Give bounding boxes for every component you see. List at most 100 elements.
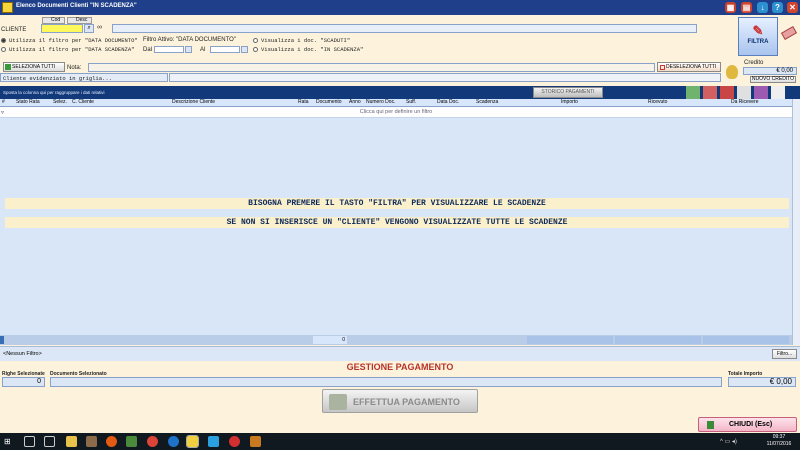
al-calendar-icon[interactable] <box>241 46 248 53</box>
app-icon-5[interactable] <box>229 436 240 447</box>
col-ricevuto[interactable]: Ricevuto <box>648 99 667 105</box>
help-icon[interactable]: ? <box>772 2 783 13</box>
chiudi-button[interactable]: CHIUDI (Esc) <box>698 417 797 432</box>
edit-icon[interactable] <box>703 86 717 99</box>
effettua-pagamento-button[interactable]: EFFETTUA PAGAMENTO <box>322 389 478 413</box>
summary-ricevuto <box>615 336 701 344</box>
grid-column-headers: # Stato Rata Selez. C. Cliente Descrizio… <box>0 99 792 107</box>
task-view-icon[interactable] <box>44 436 55 447</box>
deseleziona-tutti-label: DESELEZIONA TUTTI <box>666 64 717 70</box>
effettua-pagamento-label: EFFETTUA PAGAMENTO <box>353 397 460 407</box>
cliente-evidenziato-detail <box>169 73 721 82</box>
refresh-icon[interactable] <box>771 86 785 99</box>
tab-cod[interactable]: Cod <box>42 17 65 24</box>
no-filter-label[interactable]: <Nessun Filtro> <box>3 351 42 357</box>
check-icon <box>5 64 11 70</box>
filter-broom-icon: ✎ <box>752 23 764 38</box>
col-c-cliente[interactable]: C. Cliente <box>72 99 94 105</box>
print-icon[interactable]: ▤ <box>741 2 752 13</box>
chrome-icon[interactable] <box>147 436 158 447</box>
filter-panel: Cod Desc CLIENTE ⌕ ∞ Utilizza il filtro … <box>0 15 800 59</box>
col-anno[interactable]: Anno <box>349 99 361 105</box>
app-icon-3[interactable] <box>126 436 137 447</box>
radio-data-scadenza[interactable] <box>1 47 6 52</box>
filtro-button[interactable]: Filtro... <box>772 349 797 359</box>
download-icon[interactable]: ↓ <box>757 2 768 13</box>
grid-vertical-scrollbar[interactable] <box>792 99 800 345</box>
toolbar-row: SELEZIONA TUTTI Nota: Cliente evidenziat… <box>0 60 800 86</box>
filter-row-hint: Clicca qui per definire un filtro <box>359 109 433 115</box>
dal-calendar-icon[interactable] <box>185 46 192 53</box>
nuovo-credito-button[interactable]: NUOVO CREDITO <box>750 76 796 83</box>
credito-label: Credito <box>744 60 764 66</box>
clock-date: 11/07/2016 <box>766 441 792 447</box>
dal-date-input[interactable] <box>154 46 184 53</box>
file-explorer-icon[interactable] <box>66 436 77 447</box>
col-descrizione-cliente[interactable]: Descrizione Cliente <box>172 99 215 105</box>
message-cliente: SE NON SI INSERISCE UN "CLIENTE" VENGONO… <box>5 217 789 228</box>
active-app-icon[interactable] <box>186 435 199 448</box>
search-binoculars-icon[interactable]: ∞ <box>97 24 107 33</box>
clock-time: 09:37 <box>772 434 786 440</box>
filtra-button[interactable]: ✎ FILTRA <box>738 17 778 56</box>
righe-selezionate-value: 0 <box>2 377 45 387</box>
firefox-icon[interactable] <box>106 436 117 447</box>
grid-group-bar: Sposta la colonna qui per raggruppare i … <box>0 86 800 99</box>
windows-start-icon[interactable]: ⊞ <box>4 436 15 447</box>
grid-filter-row[interactable]: ▿ Clicca qui per definire un filtro <box>0 107 792 118</box>
col-scadenza[interactable]: Scadenza <box>476 99 498 105</box>
totale-importo-value: € 0,00 <box>728 377 796 387</box>
col-stato-rata[interactable]: Stato Rata <box>16 99 40 105</box>
col-da-ricevere[interactable]: Da Ricevere <box>731 99 759 105</box>
money-bag-icon <box>726 65 738 79</box>
calendar-icon[interactable]: ▦ <box>725 2 736 13</box>
tray-icons[interactable]: ^ ▭ ◂) <box>720 438 737 445</box>
exit-door-icon <box>707 421 714 429</box>
cliente-code-input[interactable] <box>41 24 83 33</box>
filtra-label: FILTRA <box>747 39 769 45</box>
internet-explorer-icon[interactable] <box>168 436 179 447</box>
col-importo[interactable]: Importo <box>561 99 578 105</box>
payment-panel: GESTIONE PAGAMENTO Righe Selezionate 0 D… <box>0 361 800 433</box>
app-icon-6[interactable] <box>250 436 261 447</box>
storico-pagamenti-button[interactable]: STORICO PAGAMENTI <box>533 87 603 98</box>
dal-label: Dal <box>143 47 153 53</box>
col-numero-doc[interactable]: Numero Doc. <box>366 99 395 105</box>
opt-in-scadenza-label: Visualizza i doc. "IN SCADENZA" <box>261 46 364 53</box>
radio-in-scadenza[interactable] <box>253 47 258 52</box>
cliente-label: CLIENTE <box>1 27 27 33</box>
documento-selezionato-field <box>50 377 722 387</box>
al-date-input[interactable] <box>210 46 240 53</box>
search-icon[interactable] <box>24 436 35 447</box>
radio-data-documento[interactable] <box>1 38 6 43</box>
col-documento[interactable]: Documento <box>316 99 342 105</box>
close-icon[interactable]: ✕ <box>787 2 798 13</box>
summary-indicator <box>0 336 4 344</box>
pdf-icon[interactable] <box>720 86 734 99</box>
col-rata[interactable]: Rata <box>298 99 309 105</box>
col-suff[interactable]: Suff. <box>406 99 416 105</box>
radio-scaduti[interactable] <box>253 38 258 43</box>
summary-importo <box>527 336 613 344</box>
uncheck-icon <box>660 65 665 70</box>
app-icon-2[interactable] <box>86 436 97 447</box>
nota-field[interactable] <box>88 63 655 72</box>
tab-desc[interactable]: Desc <box>67 17 92 24</box>
binoculars-icon[interactable]: ⌕ <box>84 24 94 33</box>
os-taskbar: ⊞ ^ ▭ ◂) 09:37 11/07/2016 <box>0 433 800 450</box>
col-selez[interactable]: Selez. <box>53 99 67 105</box>
app-icon <box>2 2 13 13</box>
print-grid-icon[interactable] <box>737 86 751 99</box>
deseleziona-tutti-button[interactable]: DESELEZIONA TUTTI <box>657 62 721 72</box>
cliente-evidenziato-text: Cliente evidenziato in griglia... <box>3 75 112 82</box>
group-hint: Sposta la colonna qui per raggruppare i … <box>3 90 105 95</box>
eraser-icon[interactable] <box>780 26 798 40</box>
seleziona-tutti-button[interactable]: SELEZIONA TUTTI <box>3 62 65 72</box>
export-excel-icon[interactable] <box>686 86 700 99</box>
col-index[interactable]: # <box>2 99 5 105</box>
grid-summary-row: 0 <box>0 335 792 345</box>
app-icon-4[interactable] <box>208 436 219 447</box>
cliente-description-field <box>112 24 697 33</box>
layout-icon[interactable] <box>754 86 768 99</box>
col-data-doc[interactable]: Data Doc. <box>437 99 459 105</box>
